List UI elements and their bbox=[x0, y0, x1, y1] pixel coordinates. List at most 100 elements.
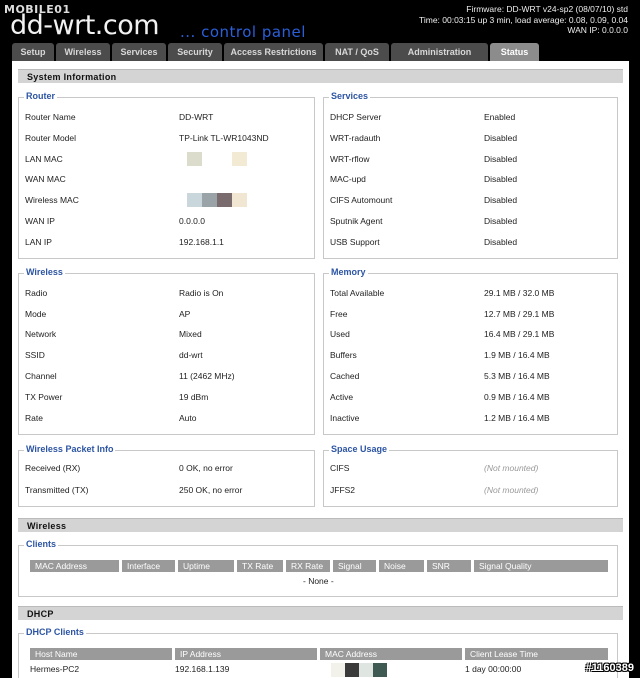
label: USB Support bbox=[330, 237, 380, 247]
label: WAN IP bbox=[25, 216, 55, 226]
redacted-mac-block bbox=[187, 152, 202, 166]
wireless-row: TX Power 19 dBm bbox=[25, 392, 310, 404]
tab-services[interactable]: Services bbox=[112, 43, 166, 61]
redacted-mac-block bbox=[359, 663, 373, 677]
column-header: IP Address bbox=[175, 648, 317, 660]
label: Wireless MAC bbox=[25, 195, 79, 205]
main-content: System Information Router Router Name DD-… bbox=[12, 61, 629, 678]
value: AP bbox=[179, 309, 191, 319]
memory-row: Cached 5.3 MB / 16.4 MB bbox=[330, 371, 613, 383]
packet-row: Transmitted (TX) 250 OK, no error bbox=[25, 485, 310, 497]
value: (Not mounted) bbox=[484, 485, 539, 495]
control-panel-subtitle: ... control panel bbox=[180, 23, 306, 41]
wan-ip-row: WAN IP 0.0.0.0 bbox=[25, 216, 310, 228]
router-name-row: Router Name DD-WRT bbox=[25, 112, 310, 124]
column-header: RX Rate bbox=[286, 560, 330, 572]
packet-info-legend: Wireless Packet Info bbox=[24, 444, 116, 454]
column-header: Noise bbox=[379, 560, 424, 572]
memory-box: Memory Total Available 29.1 MB / 32.0 MB … bbox=[323, 267, 618, 435]
lan-ip-row: LAN IP 192.168.1.1 bbox=[25, 237, 310, 249]
firmware-info: Firmware: DD-WRT v24-sp2 (08/07/10) std … bbox=[419, 4, 628, 36]
uptime-info: Time: 00:03:15 up 3 min, load average: 0… bbox=[418, 14, 628, 25]
label: Network bbox=[25, 329, 57, 339]
column-header: Host Name bbox=[30, 648, 172, 660]
label: Router Name bbox=[25, 112, 76, 122]
router-model-row: Router Model TP-Link TL-WR1043ND bbox=[25, 133, 310, 145]
column-header: Interface bbox=[122, 560, 175, 572]
column-header: MAC Address bbox=[320, 648, 462, 660]
packet-row: Received (RX) 0 OK, no error bbox=[25, 463, 310, 475]
tab-security[interactable]: Security bbox=[168, 43, 222, 61]
value: 250 OK, no error bbox=[179, 485, 243, 495]
memory-row: Inactive 1.2 MB / 16.4 MB bbox=[330, 413, 613, 425]
memory-legend: Memory bbox=[329, 267, 368, 277]
value: 1.2 MB / 16.4 MB bbox=[484, 413, 550, 423]
tab-setup[interactable]: Setup bbox=[12, 43, 54, 61]
label: CIFS Automount bbox=[330, 195, 393, 205]
label: Channel bbox=[25, 371, 57, 381]
tab-access-restrictions[interactable]: Access Restrictions bbox=[224, 43, 323, 61]
space-row: CIFS (Not mounted) bbox=[330, 463, 613, 475]
wan-mac-row: WAN MAC bbox=[25, 174, 310, 186]
tab-administration[interactable]: Administration bbox=[391, 43, 488, 61]
ddwrt-logo: dd-wrt.com bbox=[10, 10, 160, 41]
tab-wireless[interactable]: Wireless bbox=[56, 43, 110, 61]
label: Transmitted (TX) bbox=[25, 485, 89, 495]
value: 12.7 MB / 29.1 MB bbox=[484, 309, 555, 319]
label: Mode bbox=[25, 309, 47, 319]
label: MAC-upd bbox=[330, 174, 366, 184]
label: Used bbox=[330, 329, 350, 339]
value: Disabled bbox=[484, 174, 518, 184]
dhcp-clients-box: DHCP Clients Host Name IP Address MAC Ad… bbox=[18, 627, 618, 678]
label: Inactive bbox=[330, 413, 360, 423]
label: Received (RX) bbox=[25, 463, 81, 473]
value: Radio is On bbox=[179, 288, 224, 298]
main-tabs: Setup Wireless Services Security Access … bbox=[12, 43, 539, 61]
value: 192.168.1.1 bbox=[179, 237, 224, 247]
value: DD-WRT bbox=[179, 112, 214, 122]
table-row: Hermes-PC2 192.168.1.139 1 day 00:00:00 bbox=[30, 663, 608, 677]
label: WRT-rflow bbox=[330, 154, 370, 164]
value: Disabled bbox=[484, 237, 518, 247]
value: 16.4 MB / 29.1 MB bbox=[484, 329, 555, 339]
value: Disabled bbox=[484, 216, 518, 226]
wan-ip-info: WAN IP: 0.0.0.0 bbox=[567, 25, 628, 35]
service-row: MAC-upd Disabled bbox=[330, 174, 613, 186]
value: 19 dBm bbox=[179, 392, 209, 402]
value: Auto bbox=[179, 413, 197, 423]
label: DHCP Server bbox=[330, 112, 382, 122]
value: Disabled bbox=[484, 195, 518, 205]
firmware-version: Firmware: DD-WRT v24-sp2 (08/07/10) std bbox=[466, 4, 628, 14]
label: Sputnik Agent bbox=[330, 216, 383, 226]
dhcp-clients-header: Host Name IP Address MAC Address Client … bbox=[30, 648, 608, 660]
memory-row: Used 16.4 MB / 29.1 MB bbox=[330, 329, 613, 341]
lan-mac-row: LAN MAC bbox=[25, 152, 310, 166]
no-clients-text: - None - bbox=[303, 576, 334, 586]
watermark: #1160389 bbox=[585, 662, 634, 674]
label: JFFS2 bbox=[330, 485, 356, 495]
dhcp-clients-legend: DHCP Clients bbox=[24, 627, 86, 637]
wireless-box: Wireless Radio Radio is On Mode AP Network… bbox=[18, 267, 315, 435]
wireless-section-title: Wireless bbox=[18, 518, 623, 532]
host-name: Hermes-PC2 bbox=[30, 664, 80, 674]
tab-nat-qos[interactable]: NAT / QoS bbox=[325, 43, 389, 61]
redacted-mac-block bbox=[345, 663, 359, 677]
value: 5.3 MB / 16.4 MB bbox=[484, 371, 550, 381]
wireless-row: Channel 11 (2462 MHz) bbox=[25, 371, 310, 383]
value: dd-wrt bbox=[179, 350, 203, 360]
label: Radio bbox=[25, 288, 48, 298]
service-row: USB Support Disabled bbox=[330, 237, 613, 249]
column-header: MAC Address bbox=[30, 560, 119, 572]
service-row: WRT-radauth Disabled bbox=[330, 133, 613, 145]
system-information-title: System Information bbox=[18, 69, 623, 83]
memory-row: Buffers 1.9 MB / 16.4 MB bbox=[330, 350, 613, 362]
label: WAN MAC bbox=[25, 174, 66, 184]
value: 11 (2462 MHz) bbox=[179, 371, 235, 381]
dhcp-section-title: DHCP bbox=[18, 606, 623, 620]
tab-status[interactable]: Status bbox=[490, 43, 539, 61]
redacted-mac-block bbox=[187, 193, 202, 207]
redacted-mac-block bbox=[331, 663, 345, 677]
lease-time: 1 day 00:00:00 bbox=[465, 664, 522, 674]
column-header: SNR bbox=[427, 560, 471, 572]
label: LAN IP bbox=[25, 237, 52, 247]
